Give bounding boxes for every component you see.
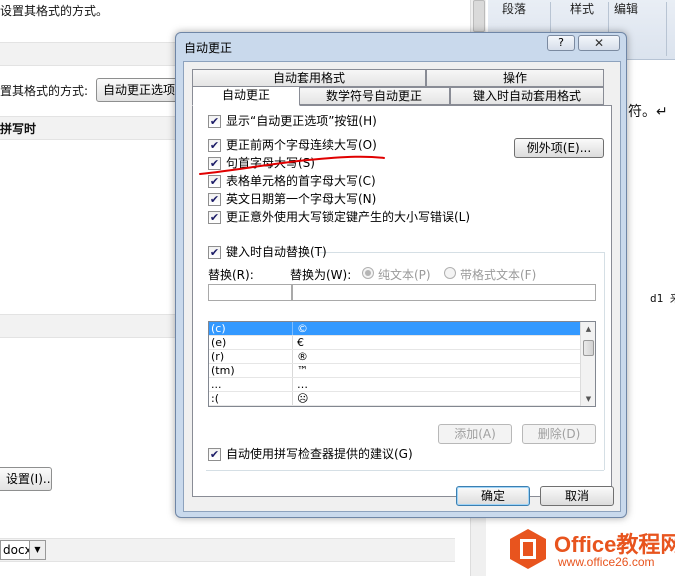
brand-url: www.office26.com — [558, 555, 655, 569]
option-checkbox[interactable]: ✔ — [208, 211, 221, 224]
entry-from: (r) — [211, 350, 225, 363]
delete-button[interactable]: 删除(D) — [522, 424, 596, 444]
close-button[interactable]: ✕ — [578, 35, 620, 51]
format-label: 置其格式的方式: — [0, 84, 89, 98]
list-item[interactable]: ... … — [209, 378, 580, 392]
entry-from: (c) — [211, 322, 226, 335]
autocorrect-entries-list[interactable]: (c) © (e) € (r) ® (tm) ™ ... … :( ☹ ▲ ▼ — [208, 321, 596, 407]
settings-button[interactable]: 设置(I)... — [0, 467, 52, 491]
scroll-thumb[interactable] — [583, 340, 594, 356]
entry-from: ... — [211, 378, 222, 391]
formatted-text-label: 带格式文本(F) — [460, 268, 537, 282]
plain-text-radio[interactable] — [362, 267, 374, 279]
file-format-value: docx — [3, 543, 32, 557]
option-checkbox[interactable]: ✔ — [208, 193, 221, 206]
tab-autocorrect[interactable]: 自动更正 — [192, 86, 300, 106]
cancel-button[interactable]: 取消 — [540, 486, 614, 506]
autocorrect-options-button[interactable]: 自动更正选项 — [96, 78, 180, 102]
tab-actions[interactable]: 操作 — [426, 69, 604, 87]
file-format-select[interactable]: docx ▼ — [0, 540, 46, 560]
column-divider — [292, 322, 293, 336]
row-line — [209, 405, 580, 406]
plain-text-label: 纯文本(P) — [378, 268, 431, 282]
brand-watermark: Office教程网 www.office26.com — [506, 527, 675, 571]
option-label: 更正前两个字母连续大写(O) — [226, 138, 377, 152]
help-button[interactable]: ? — [547, 35, 575, 51]
list-item[interactable]: (e) € — [209, 336, 580, 350]
doc-text-line: 符。↵ — [628, 104, 668, 120]
show-options-label: 显示“自动更正选项”按钮(H) — [226, 114, 377, 128]
doc-text-line: d1 来输 — [650, 292, 675, 305]
list-item[interactable]: :( ☹ — [209, 392, 580, 406]
replace-as-you-type-label: 键入时自动替换(T) — [226, 245, 327, 259]
add-button[interactable]: 添加(A) — [438, 424, 512, 444]
spell-suggest-label: 自动使用拼写检查器提供的建议(G) — [226, 447, 413, 461]
entry-to: ® — [297, 350, 308, 363]
dialog-title: 自动更正 — [184, 41, 233, 55]
entry-from: :( — [211, 392, 219, 405]
column-divider — [292, 350, 293, 364]
office-logo-icon — [510, 529, 546, 569]
ribbon-styles[interactable]: 样式 — [570, 0, 594, 17]
entry-from: (e) — [211, 336, 227, 349]
description-text: 设置其格式的方式。 — [0, 4, 109, 18]
chevron-down-icon[interactable]: ▼ — [29, 541, 45, 559]
annotation-underline — [199, 155, 385, 175]
ribbon-separator — [666, 2, 667, 56]
column-divider — [292, 378, 293, 392]
autocorrect-dialog: 自动更正 ? ✕ 自动套用格式 操作 数学符号自动更正 键入时自动套用格式 自动… — [175, 32, 627, 518]
tab-math-autocorrect[interactable]: 数学符号自动更正 — [298, 87, 450, 105]
list-item[interactable]: (r) ® — [209, 350, 580, 364]
list-scrollbar[interactable]: ▲ ▼ — [580, 322, 595, 406]
scroll-down-icon[interactable]: ▼ — [581, 392, 595, 406]
entry-to: ☹ — [297, 392, 309, 405]
list-item[interactable]: (tm) ™ — [209, 364, 580, 378]
exceptions-button[interactable]: 例外项(E)... — [514, 138, 604, 158]
column-divider — [292, 392, 293, 406]
group-divider — [319, 252, 604, 253]
with-label: 替换为(W): — [290, 268, 352, 282]
scroll-thumb[interactable] — [473, 0, 485, 32]
entry-to: € — [297, 336, 304, 349]
ribbon-paragraph[interactable]: 段落 — [502, 0, 526, 17]
tab-autoformat[interactable]: 自动套用格式 — [192, 69, 426, 87]
section-band — [0, 538, 455, 562]
list-item[interactable]: (c) © — [209, 322, 580, 336]
group-divider — [604, 252, 605, 470]
option-label: 更正意外使用大写锁定键产生的大小写错误(L) — [226, 210, 471, 224]
replace-as-you-type-checkbox[interactable]: ✔ — [208, 246, 221, 259]
formatted-text-radio[interactable] — [444, 267, 456, 279]
radio-dot — [365, 270, 371, 276]
group-divider — [206, 470, 604, 471]
section-spelling-title: 拼写时 — [0, 122, 37, 136]
ok-button[interactable]: 确定 — [456, 486, 530, 506]
replace-input[interactable] — [208, 284, 292, 301]
entry-from: (tm) — [211, 364, 235, 377]
with-input[interactable] — [292, 284, 596, 301]
option-checkbox[interactable]: ✔ — [208, 139, 221, 152]
column-divider — [292, 364, 293, 378]
option-label: 英文日期第一个字母大写(N) — [226, 192, 377, 206]
column-divider — [292, 336, 293, 350]
ribbon-editing[interactable]: 编辑 — [614, 0, 638, 17]
entry-to: ™ — [297, 364, 308, 377]
tab-autoformat-as-you-type[interactable]: 键入时自动套用格式 — [450, 87, 604, 105]
spell-suggest-checkbox[interactable]: ✔ — [208, 448, 221, 461]
replace-label: 替换(R): — [208, 268, 254, 282]
entry-to: © — [297, 322, 308, 335]
scroll-up-icon[interactable]: ▲ — [581, 322, 595, 336]
entry-to: … — [297, 378, 308, 391]
dialog-body: 自动套用格式 操作 数学符号自动更正 键入时自动套用格式 自动更正 ✔ 显示“自… — [183, 61, 621, 512]
show-options-checkbox[interactable]: ✔ — [208, 115, 221, 128]
